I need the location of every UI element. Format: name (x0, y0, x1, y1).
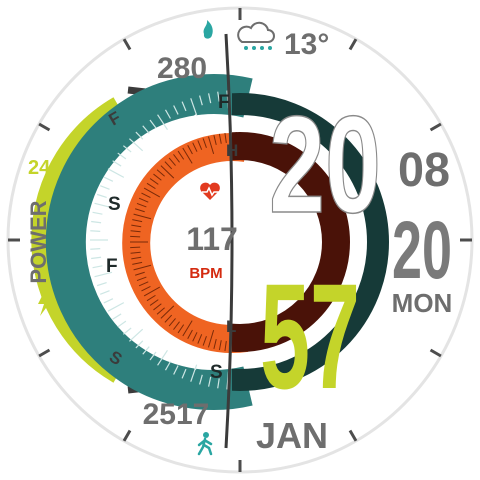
tick-mark (107, 168, 125, 178)
hour-tick (429, 122, 442, 132)
hour-tick (429, 348, 442, 358)
hour-tick (348, 429, 358, 442)
tick-mark (99, 185, 110, 190)
tick-mark (122, 327, 132, 335)
tick-mark (129, 138, 144, 152)
tick-mark (103, 298, 114, 304)
hour-tick (122, 38, 132, 51)
date-weekday: MON (392, 288, 453, 318)
hour-tick (38, 348, 51, 358)
outer-marker-s: S (108, 194, 121, 215)
tick-mark (112, 160, 122, 167)
tick-mark (129, 328, 144, 342)
hour-tick (348, 38, 358, 51)
temperature-value: 13° (284, 28, 329, 61)
power-value: 24 (28, 157, 51, 179)
time-hour: 20 (269, 88, 381, 242)
power-label: POWER (26, 200, 51, 283)
flame-icon (203, 20, 213, 39)
tick-mark (96, 193, 107, 198)
tick-mark (90, 248, 101, 250)
cloud-rain-icon (237, 21, 275, 50)
hour-tick (122, 429, 132, 442)
tick-mark (96, 282, 107, 287)
tick-mark (99, 290, 110, 295)
date-day-secondary: 20 (392, 205, 452, 296)
middle-marker-l: L (226, 317, 236, 336)
tick-mark (130, 235, 141, 238)
outer-marker-f-mid: F (106, 256, 118, 277)
tick-mark (103, 176, 114, 182)
tick-mark (107, 302, 125, 312)
tick-mark (130, 246, 141, 249)
steps-count: 2517 (143, 398, 210, 431)
outer-marker-f-top: F (218, 92, 230, 113)
date-day-primary: 08 (398, 144, 450, 197)
walking-icon (197, 432, 213, 456)
bpm-label: BPM (189, 265, 222, 282)
calories-value: 280 (157, 52, 207, 85)
bpm-value: 117 (186, 221, 238, 257)
tick-mark (117, 320, 127, 328)
tick-mark (92, 265, 103, 269)
middle-marker-h: H (226, 141, 238, 160)
tick-mark (92, 211, 103, 215)
tick-mark (91, 220, 102, 224)
tick-mark (112, 313, 122, 320)
date-month: JAN (256, 415, 328, 456)
tick-mark (90, 230, 101, 232)
outer-marker-s-bottom: S (210, 362, 223, 383)
tick-mark (91, 256, 102, 260)
watch-face: F S F S F S H L 280 13° 24 POWER 117 BPM… (6, 6, 474, 474)
heart-icon (200, 182, 220, 200)
hour-tick (38, 122, 51, 132)
time-minute: 57 (260, 252, 360, 420)
